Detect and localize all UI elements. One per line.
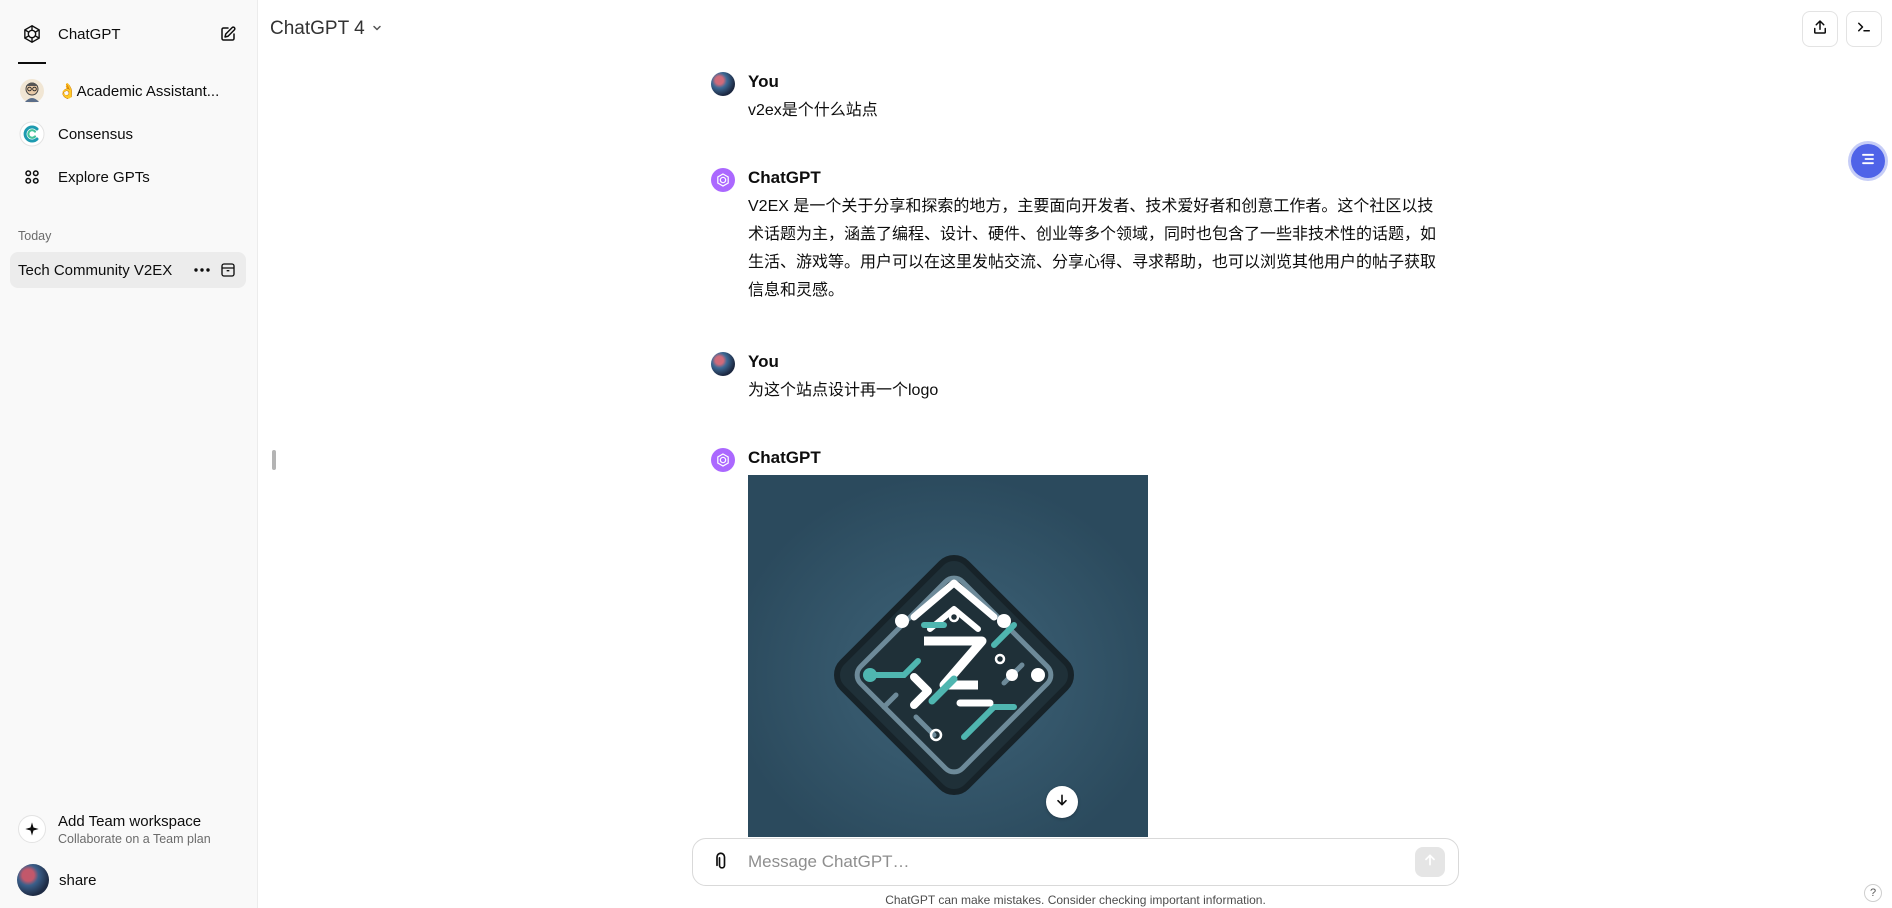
chat-history-item[interactable]: Tech Community V2EX: [10, 252, 246, 288]
message-author: You: [748, 72, 779, 91]
new-chat-edit-icon[interactable]: [218, 24, 238, 44]
divider: [18, 62, 46, 64]
section-today-label: Today: [18, 229, 52, 243]
arrow-down-icon: [1054, 792, 1070, 813]
openai-logo-icon: [18, 20, 46, 48]
message-text: V2EX 是一个关于分享和探索的地方，主要面向开发者、技术爱好者和创意工作者。这…: [748, 198, 1437, 299]
message-input[interactable]: [748, 847, 1368, 877]
chatgpt-avatar-icon: [711, 168, 735, 192]
new-chat-button[interactable]: ChatGPT: [10, 16, 246, 52]
consensus-logo-icon: [18, 120, 46, 148]
help-button[interactable]: ?: [1864, 884, 1882, 902]
gpt-consensus[interactable]: Consensus: [10, 116, 246, 152]
gpt-consensus-label: Consensus: [58, 125, 134, 143]
chat-history-item-label: Tech Community V2EX: [18, 261, 173, 279]
user-name: share: [59, 871, 97, 889]
user-avatar: [711, 352, 735, 376]
sidebar-resize-handle[interactable]: [272, 450, 276, 470]
paperclip-icon[interactable]: [709, 849, 735, 875]
chatgpt-avatar-icon: [711, 448, 735, 472]
chevron-down-icon: [371, 18, 383, 40]
model-name: ChatGPT 4: [270, 18, 365, 39]
grid-icon: [18, 163, 46, 191]
user-avatar: [711, 72, 735, 96]
user-menu[interactable]: share: [10, 862, 246, 898]
sidebar: ChatGPT 👌Academic Assistant... Consensus…: [0, 0, 258, 908]
share-button[interactable]: [1802, 11, 1838, 47]
terminal-button[interactable]: [1846, 11, 1882, 47]
team-subtitle: Collaborate on a Team plan: [58, 831, 211, 846]
message-author: ChatGPT: [748, 448, 821, 467]
add-team-workspace-button[interactable]: Add Team workspace Collaborate on a Team…: [10, 806, 246, 852]
ellipsis-icon[interactable]: [192, 260, 212, 280]
message-text: 为这个站点设计再一个logo: [748, 382, 939, 399]
explore-gpts-label: Explore GPTs: [58, 168, 150, 186]
generated-logo-image[interactable]: [748, 475, 1148, 837]
terminal-icon: [1855, 18, 1873, 41]
message-text: v2ex是个什么站点: [748, 102, 878, 119]
send-button[interactable]: [1415, 847, 1445, 877]
gpt-academic-assistant-label: 👌Academic Assistant...: [58, 83, 220, 100]
message-composer: [692, 838, 1459, 886]
floating-outline-button[interactable]: [1851, 144, 1885, 178]
explore-gpts[interactable]: Explore GPTs: [10, 159, 246, 195]
academic-assistant-avatar: [18, 77, 46, 105]
download-image-button[interactable]: [1046, 786, 1078, 818]
share-upload-icon: [1811, 18, 1829, 41]
message-author: You: [748, 352, 779, 371]
disclaimer-text: ChatGPT can make mistakes. Consider chec…: [885, 893, 1266, 907]
arrow-up-icon: [1422, 852, 1438, 873]
message-author: ChatGPT: [748, 168, 821, 187]
archive-icon[interactable]: [218, 260, 238, 280]
menu-lines-icon: [1858, 149, 1878, 174]
new-chat-label: ChatGPT: [58, 25, 121, 43]
gpt-academic-assistant[interactable]: 👌Academic Assistant...: [10, 73, 246, 109]
model-selector[interactable]: ChatGPT 4: [270, 14, 383, 44]
avatar: [17, 864, 49, 896]
team-title: Add Team workspace: [58, 812, 202, 830]
sparkle-icon: [18, 815, 46, 843]
